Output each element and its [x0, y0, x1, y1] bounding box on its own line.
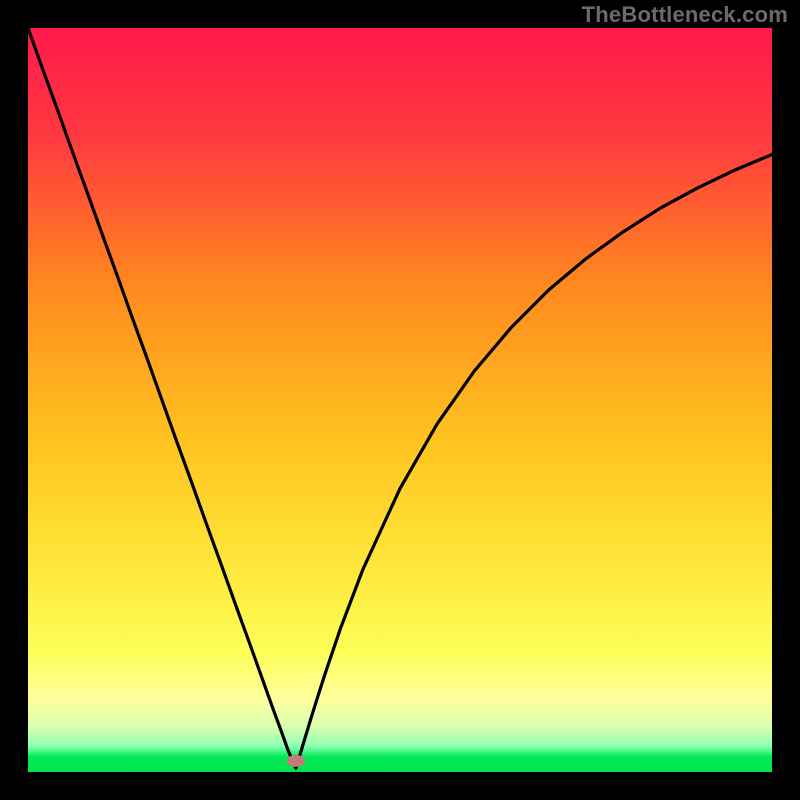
- gradient-background: [28, 28, 772, 772]
- minimum-marker: [287, 755, 305, 767]
- watermark-label: TheBottleneck.com: [582, 2, 788, 28]
- bottleneck-plot: [28, 28, 772, 772]
- chart-frame: TheBottleneck.com: [0, 0, 800, 800]
- plot-svg: [28, 28, 772, 772]
